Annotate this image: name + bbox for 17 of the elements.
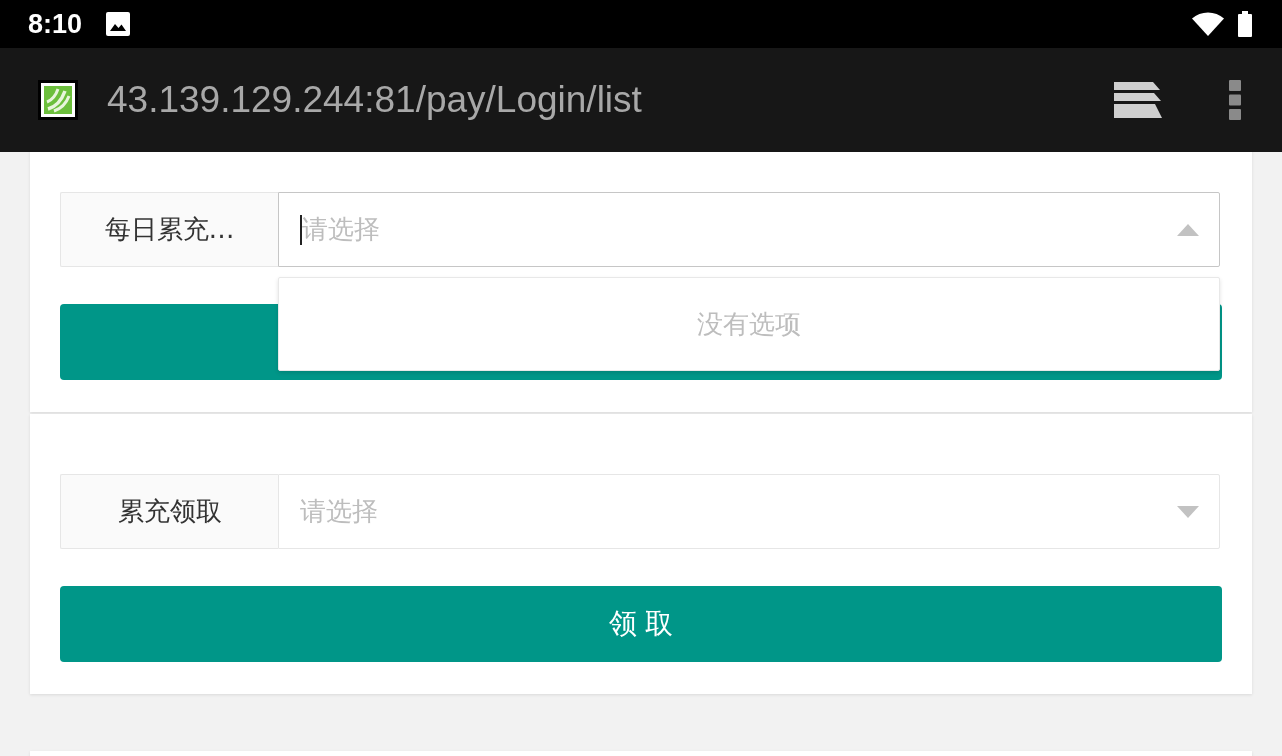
image-icon bbox=[106, 12, 131, 36]
caret-up-icon bbox=[1177, 223, 1199, 236]
field-label: 累充领取 bbox=[60, 474, 278, 549]
submit-button[interactable]: 领 取 bbox=[60, 586, 1222, 662]
site-logo-icon bbox=[38, 80, 78, 120]
text-cursor bbox=[300, 214, 302, 245]
url-text[interactable]: 43.139.129.244:81/pay/Login/list bbox=[107, 79, 642, 121]
more-options-icon[interactable] bbox=[1229, 80, 1241, 120]
battery-icon bbox=[1238, 11, 1252, 37]
clock-time: 8:10 bbox=[28, 8, 83, 40]
field-label: 每日累充… bbox=[60, 192, 278, 267]
empty-message: 没有选项 bbox=[697, 307, 801, 341]
select-field[interactable]: 请选择 bbox=[278, 474, 1220, 549]
caret-down-icon bbox=[1177, 505, 1199, 518]
select-field[interactable]: 请选择 bbox=[278, 192, 1220, 267]
tabs-icon[interactable] bbox=[1114, 82, 1162, 118]
wifi-icon bbox=[1192, 12, 1224, 36]
